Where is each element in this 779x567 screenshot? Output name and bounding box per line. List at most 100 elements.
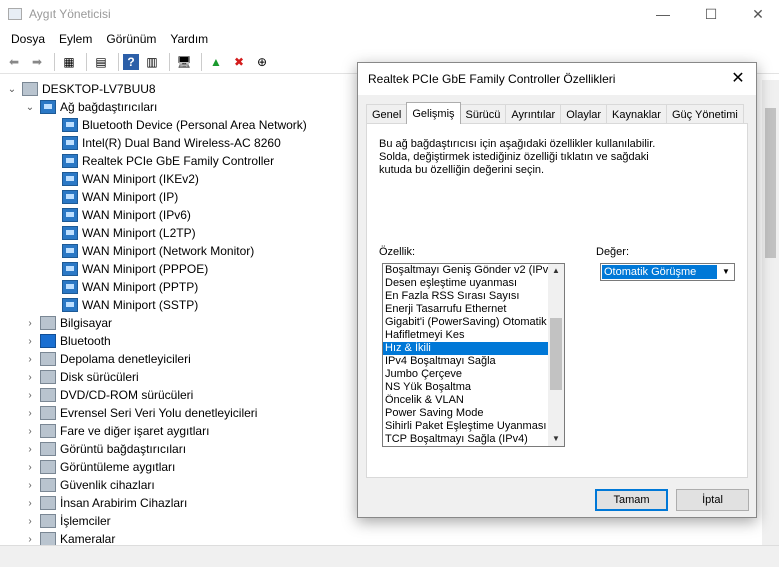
tab-guc-yonetimi[interactable]: Güç Yönetimi [665,104,744,124]
tree-category[interactable]: › Depolama denetleyicileri [24,350,191,368]
property-listbox[interactable]: Boşaltmayı Geniş Gönder v2 (IPv6) Desen e… [382,263,565,447]
scrollbar-thumb[interactable] [550,318,562,390]
properties-icon[interactable]: ▤ [91,52,111,72]
tree-item-adapter[interactable]: WAN Miniport (IPv6) [62,206,191,224]
tab-gelismis[interactable]: Gelişmiş [406,102,461,124]
expand-chevron-icon[interactable]: › [24,318,36,329]
property-list-item[interactable]: Enerji Tasarrufu Ethernet [383,303,548,316]
tree-category-label: Bluetooth [60,334,111,348]
tab-ayrintilar[interactable]: Ayrıntılar [505,104,562,124]
scrollbar-thumb[interactable] [765,108,776,258]
property-list-item[interactable]: TCP Boşaltmayı Sağla (IPv4) [383,433,548,446]
help-icon[interactable]: ? [123,53,139,70]
action-pane-icon[interactable]: ▥ [142,52,162,72]
tree-category[interactable]: › İnsan Arabirim Cihazları [24,494,187,512]
collapse-chevron-icon[interactable]: ⌄ [6,84,18,95]
chevron-down-icon[interactable]: ▼ [718,264,734,280]
property-list-item[interactable]: En Fazla RSS Sırası Sayısı [383,290,548,303]
security-device-icon [40,478,56,492]
ok-button[interactable]: Tamam [595,489,668,511]
expand-chevron-icon[interactable]: › [24,354,36,365]
scroll-up-icon[interactable]: ▲ [548,264,564,278]
menu-gorunum[interactable]: Görünüm [99,32,163,46]
property-list-item[interactable]: IPv4 Boşaltmayı Sağla [383,355,548,368]
tree-item-adapter[interactable]: Realtek PCIe GbE Family Controller [62,152,274,170]
expand-chevron-icon[interactable]: › [24,372,36,383]
uninstall-device-icon[interactable]: ✖ [229,52,249,72]
tree-category[interactable]: › Disk sürücüleri [24,368,139,386]
tab-kaynaklar[interactable]: Kaynaklar [606,104,667,124]
expand-chevron-icon[interactable]: › [24,480,36,491]
property-list-item[interactable]: Boşaltmayı Geniş Gönder v2 (IPv6) [383,264,548,277]
scan-hardware-icon[interactable]: 🖥 [174,52,194,72]
expand-chevron-icon[interactable]: › [24,516,36,527]
collapse-chevron-icon[interactable]: ⌄ [24,102,36,113]
tab-surucu[interactable]: Sürücü [459,104,507,124]
tree-category[interactable]: › Bluetooth [24,332,111,350]
update-driver-icon[interactable]: ▲ [206,52,226,72]
property-list-item[interactable]: Hafifletmeyi Kes [383,329,548,342]
property-list-item[interactable]: Sihirli Paket Eşleştime Uyanması [383,420,548,433]
tree-category[interactable]: › İşlemciler [24,512,111,530]
expand-chevron-icon[interactable]: › [24,408,36,419]
expand-chevron-icon[interactable]: › [24,534,36,545]
tree-category[interactable]: › Bilgisayar [24,314,112,332]
tree-category[interactable]: › Görüntü bağdaştırıcıları [24,440,186,458]
expand-chevron-icon[interactable]: › [24,498,36,509]
tree-horizontal-scrollbar[interactable] [0,545,779,567]
menu-eylem[interactable]: Eylem [52,32,99,46]
tree-item-adapter[interactable]: WAN Miniport (Network Monitor) [62,242,254,260]
tree-item-adapter[interactable]: WAN Miniport (PPTP) [62,278,198,296]
listbox-scrollbar[interactable]: ▲ ▼ [548,264,564,446]
close-icon[interactable]: ✕ [728,69,748,89]
tree-item-label: WAN Miniport (Network Monitor) [82,244,255,258]
property-list-item[interactable]: Öncelik & VLAN [383,394,548,407]
tree-item-label: WAN Miniport (IP) [82,190,179,204]
minimize-button[interactable]: — [640,0,686,28]
tree-item-adapter[interactable]: WAN Miniport (IKEv2) [62,170,199,188]
tab-olaylar[interactable]: Olaylar [560,104,608,124]
expand-chevron-icon[interactable]: › [24,336,36,347]
menu-yardim[interactable]: Yardım [163,32,215,46]
dialog-tabs: Genel Gelişmiş Sürücü Ayrıntılar Olaylar… [366,102,744,124]
back-arrow-icon[interactable]: ⬅ [4,52,24,72]
tree-category[interactable]: › Görüntüleme aygıtları [24,458,175,476]
download-icon[interactable]: ⊕ [252,52,272,72]
tree-category[interactable]: › Evrensel Seri Veri Yolu denetleyicileri [24,404,257,422]
tree-item-adapter[interactable]: WAN Miniport (L2TP) [62,224,196,242]
tree-item-adapter[interactable]: Bluetooth Device (Personal Area Network) [62,116,307,134]
close-window-button[interactable]: ✕ [735,0,779,28]
tab-genel[interactable]: Genel [366,104,408,124]
tree-category-label: Görüntü bağdaştırıcıları [60,442,187,456]
scroll-down-icon[interactable]: ▼ [548,432,564,446]
property-list-item[interactable]: Gigabit'i (PowerSaving) Otomatik C [383,316,548,329]
window-title: Aygıt Yöneticisi [29,7,111,21]
tree-category[interactable]: › Fare ve diğer işaret aygıtları [24,422,209,440]
tree-category-network[interactable]: ⌄ Ağ bağdaştırıcıları [24,98,157,116]
dialog-title-bar: Realtek PCIe GbE Family Controller Özell… [358,63,756,95]
tree-category[interactable]: › Güvenlik cihazları [24,476,155,494]
property-list-item[interactable]: Jumbo Çerçeve [383,368,548,381]
property-list-item[interactable]: Desen eşleştime uyanması [383,277,548,290]
show-hide-tree-icon[interactable]: ▦ [59,52,79,72]
maximize-button[interactable]: ☐ [688,0,734,28]
tree-category[interactable]: › DVD/CD-ROM sürücüleri [24,386,193,404]
cancel-button[interactable]: İptal [676,489,749,511]
forward-arrow-icon[interactable]: ➡ [27,52,47,72]
expand-chevron-icon[interactable]: › [24,390,36,401]
expand-chevron-icon[interactable]: › [24,444,36,455]
property-list-item[interactable]: Power Saving Mode [383,407,548,420]
tree-item-adapter[interactable]: Intel(R) Dual Band Wireless-AC 8260 [62,134,281,152]
tree-category[interactable]: › Kameralar [24,530,115,545]
tree-item-adapter[interactable]: WAN Miniport (PPPOE) [62,260,208,278]
expand-chevron-icon[interactable]: › [24,462,36,473]
tree-root[interactable]: ⌄ DESKTOP-LV7BUU8 [6,80,156,98]
property-list-item[interactable]: Hız & İkili [383,342,548,355]
value-dropdown[interactable]: Otomatik Görüşme ▼ [600,263,735,281]
expand-chevron-icon[interactable]: › [24,426,36,437]
menu-dosya[interactable]: Dosya [4,32,52,46]
tree-vertical-scrollbar[interactable] [762,80,779,545]
property-list-item[interactable]: NS Yük Boşaltma [383,381,548,394]
tree-item-adapter[interactable]: WAN Miniport (IP) [62,188,178,206]
tree-item-adapter[interactable]: WAN Miniport (SSTP) [62,296,198,314]
